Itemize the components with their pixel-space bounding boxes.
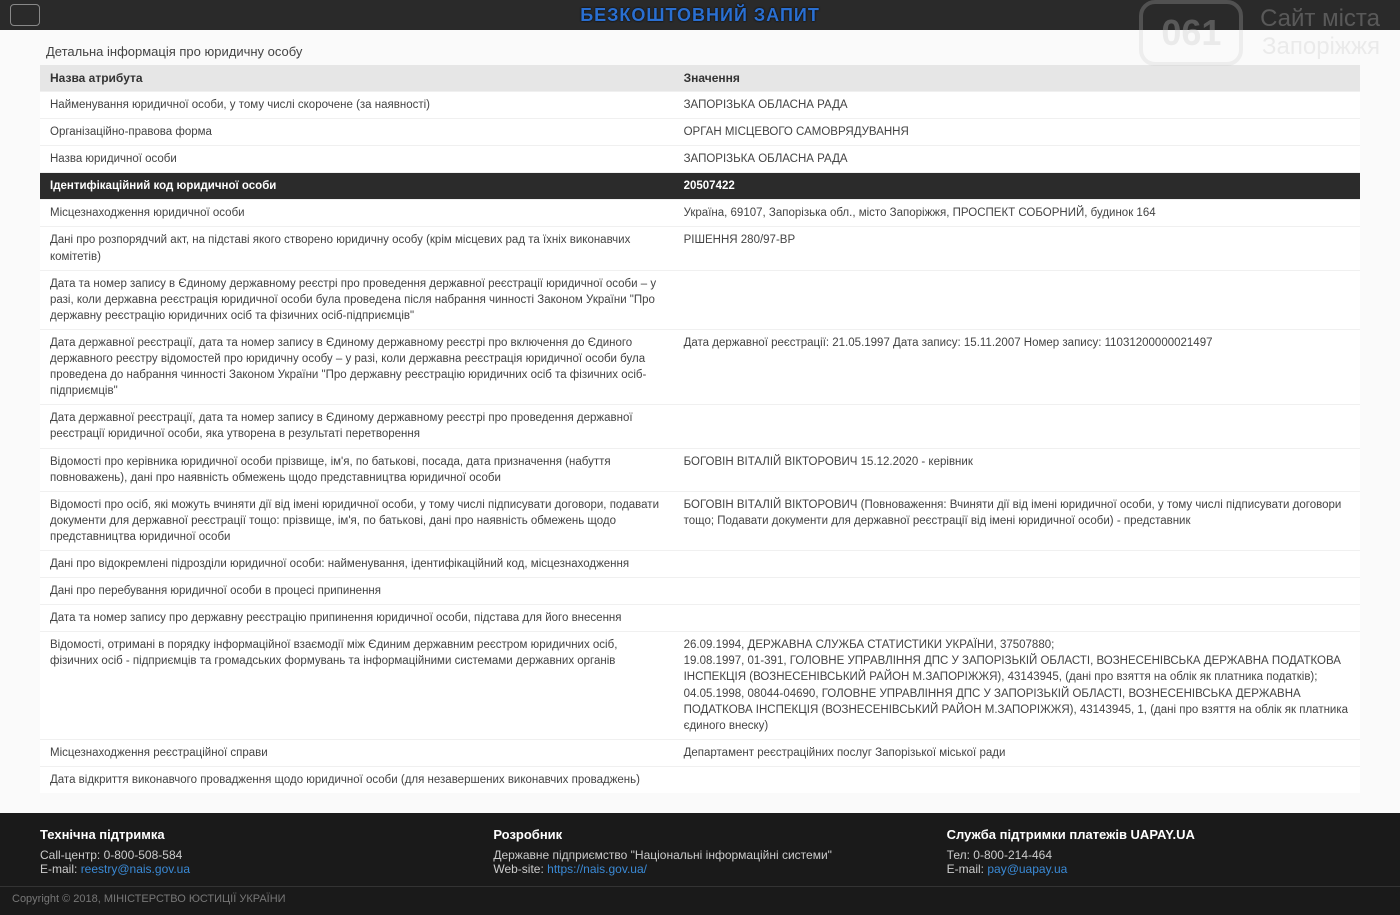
row-val bbox=[674, 605, 1360, 632]
page-header-title: БЕЗКОШТОВНИЙ ЗАПИТ bbox=[580, 5, 820, 26]
row-val bbox=[674, 405, 1360, 448]
table-row: Відомості про керівника юридичної особи … bbox=[40, 448, 1360, 491]
top-bar: БЕЗКОШТОВНИЙ ЗАПИТ bbox=[0, 0, 1400, 30]
support-email-label: E-mail: bbox=[40, 862, 77, 876]
table-row: Дані про перебування юридичної особи в п… bbox=[40, 578, 1360, 605]
row-attr: Дані про розпорядчий акт, на підставі як… bbox=[40, 227, 674, 270]
row-attr: Назва юридичної особи bbox=[40, 146, 674, 173]
section-title: Детальна інформація про юридичну особу bbox=[46, 44, 1360, 59]
table-row: Дані про розпорядчий акт, на підставі як… bbox=[40, 227, 1360, 270]
row-val: ОРГАН МІСЦЕВОГО САМОВРЯДУВАННЯ bbox=[674, 119, 1360, 146]
table-row: Дата державної реєстрації, дата та номер… bbox=[40, 329, 1360, 404]
row-attr: Найменування юридичної особи, у тому чис… bbox=[40, 92, 674, 119]
row-val: ЗАПОРІЗЬКА ОБЛАСНА РАДА bbox=[674, 146, 1360, 173]
table-row: Дата державної реєстрації, дата та номер… bbox=[40, 405, 1360, 448]
footer-support: Технічна підтримка Call-центр: 0-800-508… bbox=[40, 827, 453, 876]
row-attr: Ідентифікаційний код юридичної особи bbox=[40, 173, 674, 200]
main-content: Детальна інформація про юридичну особу Н… bbox=[0, 30, 1400, 813]
table-row: Найменування юридичної особи, у тому чис… bbox=[40, 92, 1360, 119]
row-attr: Місцезнаходження юридичної особи bbox=[40, 200, 674, 227]
row-val: БОГОВІН ВІТАЛІЙ ВІКТОРОВИЧ (Повноваження… bbox=[674, 491, 1360, 550]
payment-tel-label: Тел: bbox=[947, 848, 970, 862]
row-attr: Організаційно-правова форма bbox=[40, 119, 674, 146]
row-attr: Відомості про керівника юридичної особи … bbox=[40, 448, 674, 491]
row-val: РІШЕННЯ 280/97-ВР bbox=[674, 227, 1360, 270]
row-val bbox=[674, 578, 1360, 605]
developer-site-link[interactable]: https://nais.gov.ua/ bbox=[547, 862, 647, 876]
table-row: Місцезнаходження юридичної особиУкраїна,… bbox=[40, 200, 1360, 227]
row-attr: Дата відкриття виконавчого провадження щ… bbox=[40, 766, 674, 793]
table-row: Дані про відокремлені підрозділи юридичн… bbox=[40, 550, 1360, 577]
row-attr: Дата та номер запису про державну реєстр… bbox=[40, 605, 674, 632]
table-row: Дата та номер запису про державну реєстр… bbox=[40, 605, 1360, 632]
row-attr: Дані про відокремлені підрозділи юридичн… bbox=[40, 550, 674, 577]
col-header-attr: Назва атрибута bbox=[40, 65, 674, 92]
row-val: БОГОВІН ВІТАЛІЙ ВІКТОРОВИЧ 15.12.2020 - … bbox=[674, 448, 1360, 491]
row-val bbox=[674, 550, 1360, 577]
table-row: Назва юридичної особиЗАПОРІЗЬКА ОБЛАСНА … bbox=[40, 146, 1360, 173]
table-row: Дата та номер запису в Єдиному державном… bbox=[40, 270, 1360, 329]
row-val: Дата державної реєстрації: 21.05.1997 Да… bbox=[674, 329, 1360, 404]
footer-payment-title: Служба підтримки платежів UAPAY.UA bbox=[947, 827, 1360, 842]
row-val: 20507422 bbox=[674, 173, 1360, 200]
footer: Технічна підтримка Call-центр: 0-800-508… bbox=[0, 813, 1400, 886]
row-attr: Дата державної реєстрації, дата та номер… bbox=[40, 329, 674, 404]
row-attr: Відомості про осіб, які можуть вчиняти д… bbox=[40, 491, 674, 550]
row-val bbox=[674, 270, 1360, 329]
payment-email-link[interactable]: pay@uapay.ua bbox=[987, 862, 1067, 876]
row-val: Департамент реєстраційних послуг Запоріз… bbox=[674, 739, 1360, 766]
top-left-box[interactable] bbox=[10, 4, 40, 26]
row-val bbox=[674, 766, 1360, 793]
developer-org: Державне підприємство "Національні інфор… bbox=[493, 848, 906, 862]
row-attr: Дата державної реєстрації, дата та номер… bbox=[40, 405, 674, 448]
footer-developer-title: Розробник bbox=[493, 827, 906, 842]
footer-payment: Служба підтримки платежів UAPAY.UA Тел: … bbox=[947, 827, 1360, 876]
support-call-value: 0-800-508-584 bbox=[104, 848, 183, 862]
col-header-val: Значення bbox=[674, 65, 1360, 92]
table-row: Відомості про осіб, які можуть вчиняти д… bbox=[40, 491, 1360, 550]
payment-email-label: E-mail: bbox=[947, 862, 984, 876]
row-val: Україна, 69107, Запорізька обл., місто З… bbox=[674, 200, 1360, 227]
copyright: Copyright © 2018, МІНІСТЕРСТВО ЮСТИЦІЇ У… bbox=[0, 886, 1400, 915]
developer-site-label: Web-site: bbox=[493, 862, 543, 876]
entity-details-table: Назва атрибута Значення Найменування юри… bbox=[40, 65, 1360, 793]
footer-developer: Розробник Державне підприємство "Націона… bbox=[493, 827, 906, 876]
table-row: Організаційно-правова формаОРГАН МІСЦЕВО… bbox=[40, 119, 1360, 146]
row-val: 26.09.1994, ДЕРЖАВНА СЛУЖБА СТАТИСТИКИ У… bbox=[674, 632, 1360, 740]
support-email-link[interactable]: reestry@nais.gov.ua bbox=[81, 862, 190, 876]
table-row: Місцезнаходження реєстраційної справиДеп… bbox=[40, 739, 1360, 766]
support-call-label: Call-центр: bbox=[40, 848, 100, 862]
table-row: Дата відкриття виконавчого провадження щ… bbox=[40, 766, 1360, 793]
row-attr: Дата та номер запису в Єдиному державном… bbox=[40, 270, 674, 329]
table-row: Відомості, отримані в порядку інформацій… bbox=[40, 632, 1360, 740]
row-val: ЗАПОРІЗЬКА ОБЛАСНА РАДА bbox=[674, 92, 1360, 119]
row-attr: Місцезнаходження реєстраційної справи bbox=[40, 739, 674, 766]
row-attr: Дані про перебування юридичної особи в п… bbox=[40, 578, 674, 605]
table-row: Ідентифікаційний код юридичної особи2050… bbox=[40, 173, 1360, 200]
row-attr: Відомості, отримані в порядку інформацій… bbox=[40, 632, 674, 740]
footer-support-title: Технічна підтримка bbox=[40, 827, 453, 842]
payment-tel-value: 0-800-214-464 bbox=[973, 848, 1052, 862]
